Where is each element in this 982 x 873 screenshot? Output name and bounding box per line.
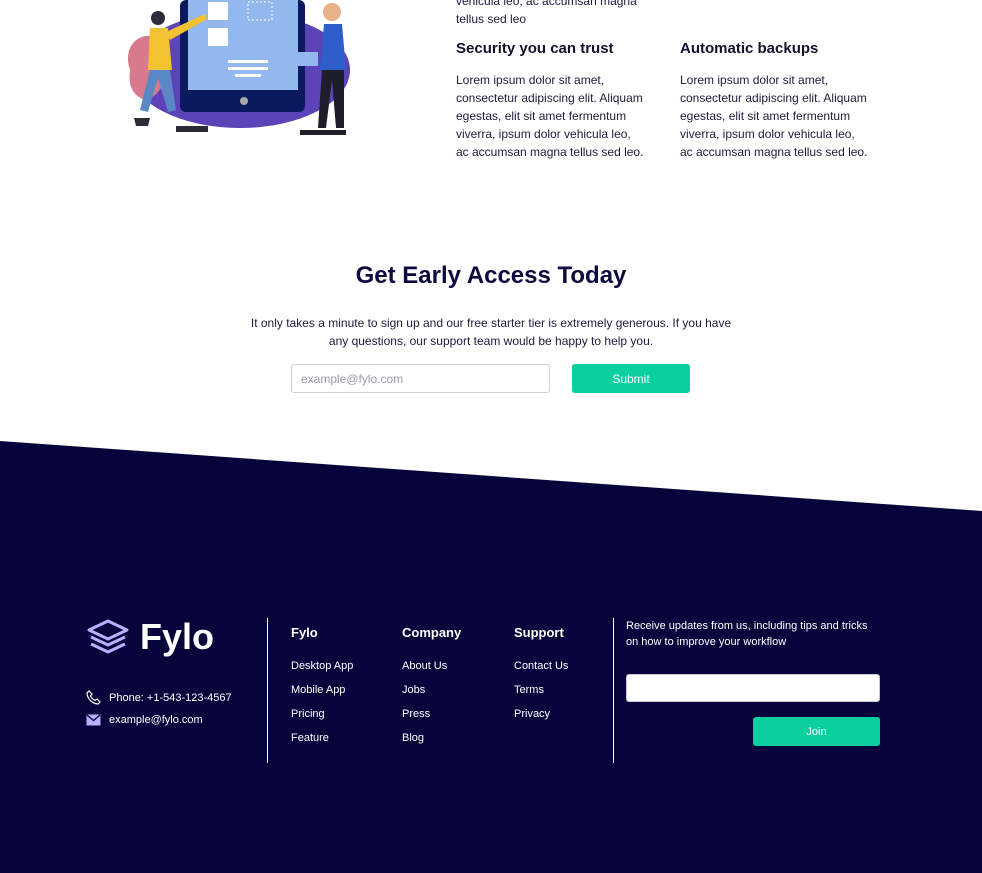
footer-link-about-us[interactable]: About Us: [402, 659, 461, 674]
phone-icon: [86, 690, 101, 705]
contact-phone: Phone: +1-543-123-4567: [86, 690, 232, 705]
footer-link-contact-us[interactable]: Contact Us: [514, 659, 568, 674]
footer-link-feature[interactable]: Feature: [291, 731, 353, 746]
newsletter-email-input[interactable]: [626, 674, 880, 702]
email-text[interactable]: example@fylo.com: [109, 714, 203, 726]
newsletter: Receive updates from us, including tips …: [626, 618, 882, 746]
footer-link-jobs[interactable]: Jobs: [402, 683, 461, 698]
contact-email: example@fylo.com: [86, 714, 203, 726]
phone-text: Phone: +1-543-123-4567: [109, 691, 232, 704]
layers-icon: [87, 619, 129, 654]
column-title: Fylo: [291, 625, 318, 640]
footer-link-privacy[interactable]: Privacy: [514, 707, 568, 722]
footer-divider: [613, 618, 614, 763]
footer-link-press[interactable]: Press: [402, 707, 461, 722]
column-title: Support: [514, 625, 564, 640]
footer-logo[interactable]: Fylo: [86, 618, 214, 656]
join-button[interactable]: Join: [753, 717, 880, 746]
newsletter-text: Receive updates from us, including tips …: [626, 620, 868, 648]
footer-column-support: Support Contact Us Terms Privacy: [514, 625, 568, 731]
footer: Fylo Phone: +1-543-123-4567 example@fylo…: [0, 600, 982, 873]
column-title: Company: [402, 625, 462, 640]
brand-name: Fylo: [140, 616, 215, 657]
footer-column-company: Company About Us Jobs Press Blog: [402, 625, 461, 755]
footer-link-pricing[interactable]: Pricing: [291, 707, 353, 722]
footer-divider: [267, 618, 268, 763]
footer-link-blog[interactable]: Blog: [402, 731, 461, 746]
mail-icon: [86, 714, 101, 726]
footer-link-terms[interactable]: Terms: [514, 683, 568, 698]
footer-column-fylo: Fylo Desktop App Mobile App Pricing Feat…: [291, 625, 353, 755]
footer-link-desktop-app[interactable]: Desktop App: [291, 659, 353, 674]
footer-link-mobile-app[interactable]: Mobile App: [291, 683, 353, 698]
